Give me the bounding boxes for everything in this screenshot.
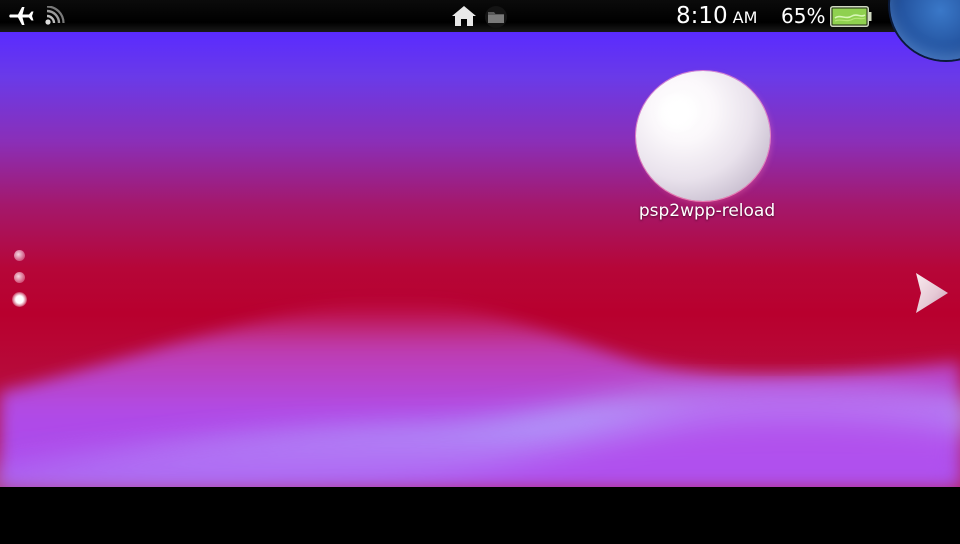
page-indicator-dot-1[interactable] [14, 250, 25, 261]
page-indicator-dot-current[interactable] [12, 292, 27, 307]
page-indicator-dot-2[interactable] [14, 272, 25, 283]
app-label: psp2wpp-reload [638, 201, 776, 221]
wallpaper [0, 32, 960, 487]
airplane-mode-icon [9, 7, 34, 25]
arrow-right-icon[interactable] [912, 270, 952, 316]
clock-ampm: AM [732, 8, 758, 27]
status-bar: 8:10 AM 65% [0, 0, 960, 32]
home-icon[interactable] [451, 5, 477, 27]
bubble-highlight [654, 93, 700, 133]
content-manager-icon[interactable] [484, 6, 508, 28]
wallpaper-wave [0, 301, 960, 487]
battery-icon [830, 6, 872, 27]
ps-vita-home-screen: 8:10 AM 65% psp2wpp-reload [0, 0, 960, 544]
clock-time: 8:10 [676, 3, 728, 29]
bottom-bezel [0, 487, 960, 544]
battery-percentage: 65% [781, 4, 826, 28]
app-bubble-icon[interactable] [636, 71, 770, 201]
status-clock: 8:10 AM [676, 2, 757, 30]
wifi-signal-icon [45, 6, 65, 25]
